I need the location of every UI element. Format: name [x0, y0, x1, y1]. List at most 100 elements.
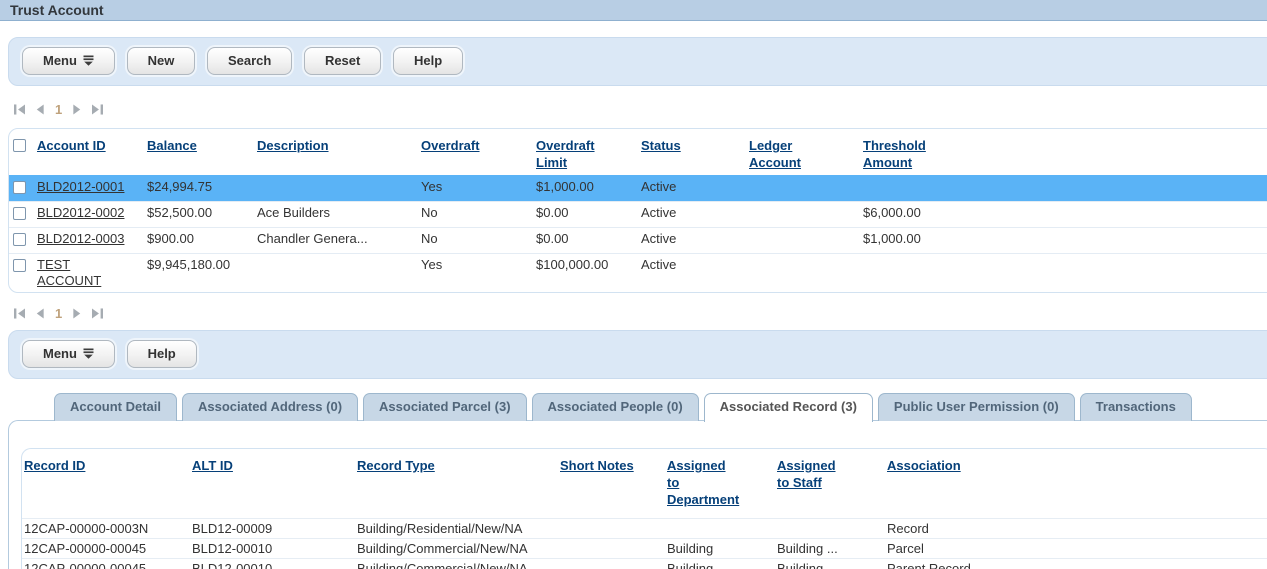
cell-record-type: Building/Residential/New/NA	[355, 519, 558, 539]
tab-transactions[interactable]: Transactions	[1080, 393, 1192, 421]
column-header-association[interactable]: Association	[887, 458, 961, 473]
cell-association: Parcel	[885, 539, 1040, 559]
accounts-header-row: Account ID Balance Description Overdraft…	[9, 129, 1267, 176]
table-row[interactable]: BLD2012-0003 $900.00 Chandler Genera... …	[9, 228, 1267, 254]
cell-description	[255, 254, 419, 293]
column-header-short-notes[interactable]: Short Notes	[560, 458, 634, 473]
previous-page-icon[interactable]	[35, 308, 45, 319]
column-header-threshold-amount[interactable]: Threshold Amount	[863, 137, 929, 171]
cell-record-id: 12CAP-00000-00045	[22, 539, 190, 559]
account-id-link[interactable]: BLD2012-0001	[37, 179, 124, 194]
column-header-description[interactable]: Description	[257, 138, 329, 153]
table-row[interactable]: BLD2012-0001 $24,994.75 Yes $1,000.00 Ac…	[9, 176, 1267, 202]
first-page-icon[interactable]	[13, 104, 26, 115]
row-checkbox[interactable]	[13, 233, 26, 246]
cell-record-type: Building/Commercial/New/NA	[355, 539, 558, 559]
associated-record-panel: Record ID ALT ID Record Type Short Notes…	[8, 420, 1267, 569]
row-checkbox[interactable]	[13, 259, 26, 272]
cell-assigned-to-department: Building	[665, 559, 775, 569]
column-header-record-id[interactable]: Record ID	[24, 458, 85, 473]
select-all-checkbox[interactable]	[13, 139, 26, 152]
last-page-icon[interactable]	[91, 104, 104, 115]
cell-status: Active	[639, 254, 747, 293]
column-header-status[interactable]: Status	[641, 138, 681, 153]
column-header-balance[interactable]: Balance	[147, 138, 197, 153]
cell-record-id: 12CAP-00000-0003N	[22, 519, 190, 539]
cell-ledger-account	[747, 176, 861, 202]
column-header-alt-id[interactable]: ALT ID	[192, 458, 233, 473]
reset-button[interactable]: Reset	[304, 47, 381, 75]
cell-overdraft-limit: $0.00	[534, 202, 639, 228]
cell-threshold-amount: $6,000.00	[861, 202, 991, 228]
menu-dropdown-icon	[83, 55, 94, 66]
records-table: Record ID ALT ID Record Type Short Notes…	[22, 449, 1267, 569]
cell-balance: $900.00	[145, 228, 255, 254]
column-header-account-id[interactable]: Account ID	[37, 138, 106, 153]
account-id-link[interactable]: BLD2012-0003	[37, 231, 124, 246]
column-header-record-type[interactable]: Record Type	[357, 458, 435, 473]
row-checkbox[interactable]	[13, 207, 26, 220]
cell-record-type: Building/Commercial/New/NA	[355, 559, 558, 569]
account-id-link[interactable]: BLD2012-0002	[37, 205, 124, 220]
menu-button[interactable]: Menu	[22, 47, 115, 75]
account-id-link[interactable]: TEST ACCOUNT	[37, 257, 109, 289]
help-button[interactable]: Help	[393, 47, 463, 75]
cell-overdraft: Yes	[419, 254, 534, 293]
cell-record-id: 12CAP-00000-00045	[22, 559, 190, 569]
current-page-number: 1	[54, 306, 63, 321]
table-row[interactable]: 12CAP-00000-0003N BLD12-00009 Building/R…	[22, 519, 1267, 539]
last-page-icon[interactable]	[91, 308, 104, 319]
cell-assigned-to-department: Building	[665, 539, 775, 559]
help-button[interactable]: Help	[127, 340, 197, 368]
tab-associated-parcel[interactable]: Associated Parcel (3)	[363, 393, 527, 421]
menu-button[interactable]: Menu	[22, 340, 115, 368]
column-header-overdraft-limit[interactable]: Overdraft Limit	[536, 137, 602, 171]
accounts-grid: Account ID Balance Description Overdraft…	[8, 128, 1267, 293]
cell-assigned-to-department	[665, 519, 775, 539]
cell-ledger-account	[747, 202, 861, 228]
cell-short-notes	[558, 519, 665, 539]
cell-overdraft-limit: $1,000.00	[534, 176, 639, 202]
cell-status: Active	[639, 176, 747, 202]
column-header-assigned-to-staff[interactable]: Assigned to Staff	[777, 457, 849, 491]
cell-balance: $9,945,180.00	[145, 254, 255, 293]
cell-threshold-amount: $1,000.00	[861, 228, 991, 254]
cell-assigned-to-staff: Building ...	[775, 539, 885, 559]
cell-short-notes	[558, 559, 665, 569]
accounts-pager-bottom: 1	[13, 305, 1267, 321]
table-row[interactable]: TEST ACCOUNT $9,945,180.00 Yes $100,000.…	[9, 254, 1267, 293]
tab-associated-address[interactable]: Associated Address (0)	[182, 393, 358, 421]
table-row[interactable]: BLD2012-0002 $52,500.00 Ace Builders No …	[9, 202, 1267, 228]
page-title: Trust Account	[0, 0, 1267, 21]
tab-public-user-permission[interactable]: Public User Permission (0)	[878, 393, 1075, 421]
row-checkbox[interactable]	[13, 181, 26, 194]
next-page-icon[interactable]	[72, 308, 82, 319]
cell-description: Chandler Genera...	[255, 228, 419, 254]
cell-threshold-amount	[861, 254, 991, 293]
column-header-overdraft[interactable]: Overdraft	[421, 138, 480, 153]
search-button[interactable]: Search	[207, 47, 292, 75]
column-header-assigned-to-department[interactable]: Assigned to Department	[667, 457, 739, 508]
cell-assigned-to-staff: Building ...	[775, 559, 885, 569]
new-button[interactable]: New	[127, 47, 196, 75]
table-row[interactable]: 12CAP-00000-00045 BLD12-00010 Building/C…	[22, 539, 1267, 559]
previous-page-icon[interactable]	[35, 104, 45, 115]
cell-short-notes	[558, 539, 665, 559]
detail-tabs: Account Detail Associated Address (0) As…	[54, 393, 1267, 421]
tab-associated-people[interactable]: Associated People (0)	[532, 393, 699, 421]
menu-dropdown-icon	[83, 348, 94, 359]
table-row[interactable]: 12CAP-00000-00045 BLD12-00010 Building/C…	[22, 559, 1267, 569]
cell-association: Parent Record	[885, 559, 1040, 569]
cell-overdraft-limit: $100,000.00	[534, 254, 639, 293]
tab-associated-record[interactable]: Associated Record (3)	[704, 393, 873, 422]
cell-alt-id: BLD12-00010	[190, 539, 355, 559]
tab-account-detail[interactable]: Account Detail	[54, 393, 177, 421]
next-page-icon[interactable]	[72, 104, 82, 115]
menu-button-label: Menu	[43, 53, 77, 68]
cell-description	[255, 176, 419, 202]
first-page-icon[interactable]	[13, 308, 26, 319]
cell-description: Ace Builders	[255, 202, 419, 228]
column-header-ledger-account[interactable]: Ledger Account	[749, 137, 815, 171]
cell-overdraft: No	[419, 228, 534, 254]
records-grid: Record ID ALT ID Record Type Short Notes…	[21, 448, 1267, 569]
